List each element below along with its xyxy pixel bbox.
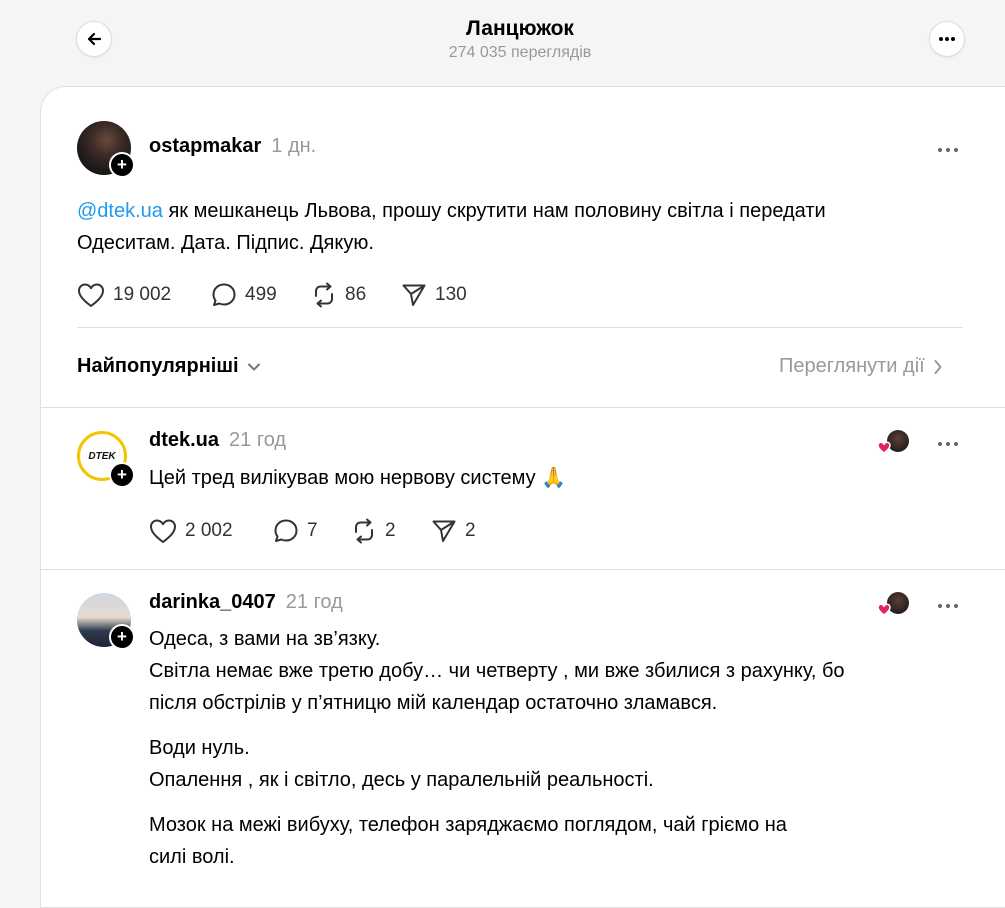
heart-icon — [150, 519, 176, 543]
reply-time: 21 год — [285, 591, 343, 613]
heart-icon — [877, 441, 891, 454]
page-title: Ланцюжок — [466, 17, 574, 40]
reply-more-button[interactable] — [937, 427, 959, 453]
like-count: 19 002 — [113, 284, 172, 305]
share-count: 2 — [465, 520, 476, 541]
divider — [41, 569, 1005, 570]
like-button[interactable]: 2 002 — [149, 518, 233, 544]
liked-by-author-badge — [875, 429, 915, 455]
post-more-button[interactable] — [937, 133, 959, 159]
reply-header: darinka_0407 21 год — [149, 591, 343, 614]
share-button[interactable]: 2 — [431, 518, 476, 544]
comment-icon — [274, 519, 298, 542]
more-icon — [938, 148, 958, 152]
top-bar: Ланцюжок 274 035 переглядів — [0, 0, 1005, 86]
reply-text-line: Світла немає вже третю добу… чи четверту… — [149, 660, 845, 682]
liked-by-author-badge — [875, 591, 915, 617]
chevron-right-icon — [934, 359, 942, 374]
reply-text-line: після обстрілів у п’ятницю мій календар … — [149, 692, 718, 714]
post-username[interactable]: ostapmakar — [149, 135, 261, 157]
reply-text-line: силі волі. — [149, 846, 235, 868]
post-time: 1 дн. — [271, 135, 317, 157]
repost-button[interactable]: 86 — [311, 282, 366, 308]
view-count: 274 035 переглядів — [448, 44, 592, 61]
heart-icon — [877, 603, 891, 616]
repost-count: 2 — [385, 520, 396, 541]
reply-more-button[interactable] — [937, 589, 959, 615]
chevron-down-icon — [247, 363, 260, 370]
comment-count: 7 — [307, 520, 318, 541]
sort-dropdown[interactable]: Найпопулярніші — [77, 355, 261, 378]
post-header: ostapmakar 1 дн. — [149, 135, 316, 158]
repost-count: 86 — [345, 284, 367, 305]
sort-label: Найпопулярніші — [77, 355, 239, 377]
heart-icon — [78, 283, 104, 307]
more-icon — [939, 37, 955, 41]
comment-count: 499 — [245, 284, 277, 305]
mention-link[interactable]: @dtek.ua — [77, 200, 163, 222]
thread-card: + ostapmakar 1 дн. @dtek.ua як мешканець … — [40, 86, 1005, 908]
reply-text-line: Одеса, з вами на зв’язку. — [149, 628, 381, 650]
reply-body: Одеса, з вами на зв’язку. Світла немає в… — [149, 623, 979, 873]
share-icon — [432, 520, 456, 542]
dtek-logo-text: DTEK — [88, 450, 116, 462]
reply-text-line: Води нуль. — [149, 737, 250, 759]
follow-plus-icon[interactable]: + — [109, 624, 135, 650]
share-icon — [402, 284, 426, 306]
reply-username[interactable]: dtek.ua — [149, 429, 219, 451]
divider — [77, 327, 963, 328]
post-text-line2: Одеситам. Дата. Підпис. Дякую. — [77, 232, 374, 254]
repost-icon — [355, 518, 373, 544]
more-icon — [938, 442, 958, 446]
more-icon — [938, 604, 958, 608]
reply-text-line: Опалення , як і світло, десь у паралельн… — [149, 769, 654, 791]
divider — [41, 407, 1005, 408]
like-button[interactable]: 19 002 — [77, 282, 171, 308]
title-block: Ланцюжок 274 035 переглядів — [0, 16, 1005, 64]
comment-button[interactable]: 7 — [273, 518, 318, 544]
repost-button[interactable]: 2 — [351, 518, 396, 544]
comment-button[interactable]: 499 — [211, 282, 277, 308]
thread-more-button[interactable] — [929, 21, 965, 57]
comment-icon — [212, 283, 236, 306]
share-count: 130 — [435, 284, 467, 305]
reply-time: 21 год — [229, 429, 287, 451]
post-body: @dtek.ua як мешканець Львова, прошу скру… — [77, 195, 977, 259]
share-button[interactable]: 130 — [401, 282, 467, 308]
view-activity-link[interactable]: Переглянути дії — [779, 355, 943, 378]
like-count: 2 002 — [185, 520, 233, 541]
follow-plus-icon[interactable]: + — [109, 462, 135, 488]
reply-username[interactable]: darinka_0407 — [149, 591, 276, 613]
follow-plus-icon[interactable]: + — [109, 152, 135, 178]
repost-icon — [315, 282, 333, 308]
post-text-line1: як мешканець Львова, прошу скрутити нам … — [162, 200, 826, 222]
reply-body: Цей тред вилікував мою нервову систему 🙏 — [149, 467, 567, 489]
reply-header: dtek.ua 21 год — [149, 429, 286, 452]
reply-text-line: Мозок на межі вибуху, телефон заряджаємо… — [149, 814, 787, 836]
view-activity-label: Переглянути дії — [779, 355, 925, 377]
